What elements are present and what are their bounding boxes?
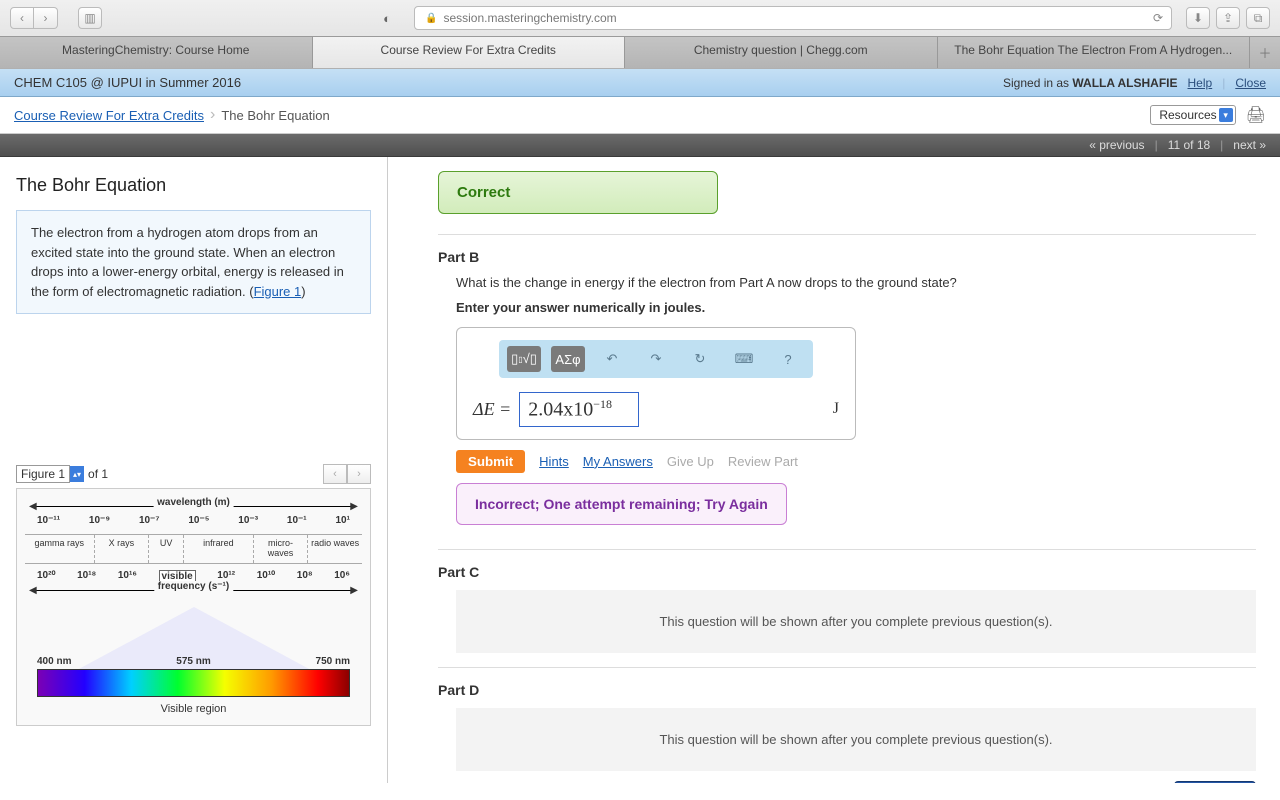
new-tab-button[interactable]: ＋: [1250, 37, 1280, 68]
visible-marks: 400 nm 575 nm 750 nm: [37, 656, 350, 667]
part-c-title: Part C: [438, 564, 1256, 580]
right-column: Correct Part B What is the change in ene…: [388, 157, 1280, 783]
reload-icon[interactable]: ⟳: [1153, 11, 1163, 25]
visible-caption: Visible region: [25, 703, 362, 715]
my-answers-link[interactable]: My Answers: [583, 454, 653, 469]
equation-toolbar: ▯▯√▯ ΑΣφ ↶ ↷ ↻ ⌨ ?: [499, 340, 813, 378]
help-button[interactable]: ?: [771, 346, 805, 372]
browser-toolbar: ‹ › ▥ ◐ 🔒 session.masteringchemistry.com…: [0, 0, 1280, 36]
template-button[interactable]: ▯▯√▯: [507, 346, 541, 372]
give-up-link[interactable]: Give Up: [667, 454, 714, 469]
wavelength-ticks: 10⁻¹¹ 10⁻⁹ 10⁻⁷ 10⁻⁵ 10⁻³ 10⁻¹ 10¹: [25, 515, 362, 526]
undo-button[interactable]: ↶: [595, 346, 629, 372]
spectrum-bands: gamma rays X rays UV infrared micro- wav…: [25, 534, 362, 564]
browser-tab-1[interactable]: Course Review For Extra Credits: [313, 37, 626, 68]
main-content: The Bohr Equation The electron from a hy…: [0, 157, 1280, 783]
app-header: CHEM C105 @ IUPUI in Summer 2016 Signed …: [0, 69, 1280, 97]
submit-button[interactable]: Submit: [456, 450, 525, 473]
redo-button[interactable]: ↷: [639, 346, 673, 372]
part-c-locked: This question will be shown after you co…: [456, 590, 1256, 653]
pager-position: 11 of 18: [1168, 138, 1210, 152]
pager-next[interactable]: next »: [1233, 138, 1266, 152]
signed-in-label: Signed in as WALLA ALSHAFIE: [1003, 76, 1178, 90]
breadcrumb-current: The Bohr Equation: [221, 108, 329, 123]
close-link[interactable]: Close: [1235, 76, 1266, 90]
browser-tabstrip: MasteringChemistry: Course Home Course R…: [0, 36, 1280, 68]
sidebar-toggle-button[interactable]: ▥: [78, 7, 102, 29]
part-b-title: Part B: [438, 249, 1256, 265]
incorrect-feedback: Incorrect; One attempt remaining; Try Ag…: [456, 483, 787, 525]
download-button[interactable]: ⬇: [1186, 7, 1210, 29]
visible-spectrum-bar: [37, 669, 350, 697]
dropdown-arrow-icon: ▾: [1219, 108, 1233, 122]
reset-button[interactable]: ↻: [683, 346, 717, 372]
left-column: The Bohr Equation The electron from a hy…: [0, 157, 388, 783]
address-bar[interactable]: 🔒 session.masteringchemistry.com ⟳: [414, 6, 1172, 30]
course-title: CHEM C105 @ IUPUI in Summer 2016: [14, 75, 241, 90]
unit-label: J: [833, 400, 839, 418]
answer-box: ▯▯√▯ ΑΣφ ↶ ↷ ↻ ⌨ ? ΔE = 2.04x10−18 J: [456, 327, 856, 440]
share-button[interactable]: ⇪: [1216, 7, 1240, 29]
frequency-label: frequency (s⁻¹): [154, 581, 233, 592]
bottom-row: Provide Feedback Continue: [438, 771, 1256, 783]
part-d-title: Part D: [438, 682, 1256, 698]
figure-select[interactable]: Figure 1 ▴▾: [16, 465, 84, 483]
chevron-right-icon: ›: [210, 106, 215, 124]
browser-tab-3[interactable]: The Bohr Equation The Electron From A Hy…: [938, 37, 1251, 68]
wavelength-label: wavelength (m): [153, 497, 234, 508]
answer-input[interactable]: 2.04x10−18: [519, 392, 639, 427]
correct-feedback: Correct: [438, 171, 718, 214]
figure-next-button[interactable]: ›: [347, 464, 371, 484]
back-button[interactable]: ‹: [10, 7, 34, 29]
page-title: The Bohr Equation: [16, 175, 371, 196]
pager-prev[interactable]: « previous: [1089, 138, 1144, 152]
url-text: session.masteringchemistry.com: [443, 11, 616, 25]
description-box: The electron from a hydrogen atom drops …: [16, 210, 371, 314]
action-row: Submit Hints My Answers Give Up Review P…: [456, 450, 1256, 473]
reader-icon[interactable]: ◐: [374, 7, 400, 29]
updown-arrow-icon: ▴▾: [70, 466, 84, 482]
figure-link[interactable]: Figure 1: [254, 284, 302, 299]
print-icon[interactable]: 🖨: [1246, 105, 1266, 125]
figure-selector-bar: Figure 1 ▴▾ of 1 ‹ ›: [16, 464, 371, 484]
breadcrumb-link[interactable]: Course Review For Extra Credits: [14, 108, 204, 123]
greek-button[interactable]: ΑΣφ: [551, 346, 585, 372]
browser-chrome: ‹ › ▥ ◐ 🔒 session.masteringchemistry.com…: [0, 0, 1280, 69]
part-b-instruction: Enter your answer numerically in joules.: [456, 300, 1256, 315]
part-d-locked: This question will be shown after you co…: [456, 708, 1256, 771]
breadcrumb: Course Review For Extra Credits › The Bo…: [0, 97, 1280, 134]
forward-button[interactable]: ›: [34, 7, 58, 29]
browser-tab-2[interactable]: Chemistry question | Chegg.com: [625, 37, 938, 68]
keyboard-button[interactable]: ⌨: [727, 346, 761, 372]
figure-box: ◀ wavelength (m) ▶ 10⁻¹¹ 10⁻⁹ 10⁻⁷ 10⁻⁵ …: [16, 488, 371, 726]
review-part-link[interactable]: Review Part: [728, 454, 798, 469]
figure-prev-button[interactable]: ‹: [323, 464, 347, 484]
help-link[interactable]: Help: [1188, 76, 1213, 90]
resources-dropdown[interactable]: Resources ▾: [1150, 105, 1235, 125]
delta-e-label: ΔE =: [473, 399, 511, 420]
pager-bar: « previous | 11 of 18 | next »: [0, 134, 1280, 157]
lock-icon: 🔒: [425, 13, 437, 24]
hints-link[interactable]: Hints: [539, 454, 569, 469]
continue-button[interactable]: Continue: [1174, 781, 1256, 783]
tabs-button[interactable]: ⧉: [1246, 7, 1270, 29]
part-b-question: What is the change in energy if the elec…: [456, 275, 1256, 290]
browser-tab-0[interactable]: MasteringChemistry: Course Home: [0, 37, 313, 68]
